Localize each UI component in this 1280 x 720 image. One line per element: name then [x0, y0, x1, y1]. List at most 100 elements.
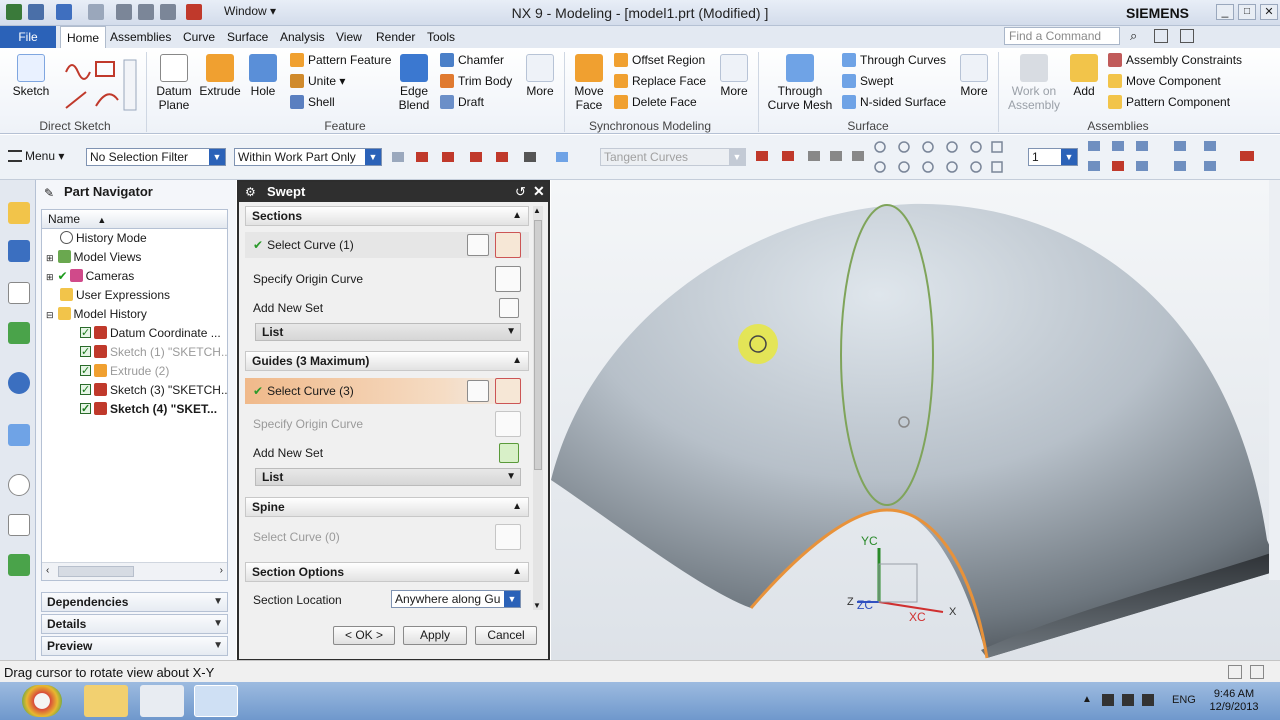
- work-on-assembly-button[interactable]: Work on Assembly: [1004, 54, 1064, 112]
- cancel-button[interactable]: Cancel: [475, 626, 537, 645]
- curve-rule-icon[interactable]: [467, 380, 489, 402]
- view-tool-icons[interactable]: [1086, 139, 1276, 175]
- visibility-checkbox[interactable]: [80, 343, 91, 362]
- select-curve-icon[interactable]: [495, 378, 521, 404]
- snap-point-icons[interactable]: [872, 140, 1012, 174]
- layer-dropdown[interactable]: 1 ▼: [1028, 148, 1078, 166]
- gear-icon[interactable]: ⚙: [245, 185, 256, 199]
- maximize-button[interactable]: □: [1238, 4, 1256, 20]
- model-elbow-surface[interactable]: [551, 180, 1280, 660]
- web-browser-icon[interactable]: [8, 424, 30, 446]
- move-component-button[interactable]: Move Component: [1108, 74, 1221, 88]
- sections-select-curve-row[interactable]: ✔ Select Curve (1): [245, 232, 529, 258]
- pin-icon[interactable]: ✎: [44, 186, 54, 200]
- assembly-constraints-button[interactable]: Assembly Constraints: [1108, 53, 1242, 67]
- move-face-button[interactable]: Move Face: [568, 54, 610, 112]
- draft-button[interactable]: Draft: [440, 95, 484, 109]
- assembly-navigator-icon[interactable]: [8, 202, 30, 224]
- constraint-navigator-icon[interactable]: [8, 240, 30, 262]
- tab-file[interactable]: File: [0, 26, 56, 48]
- through-curve-mesh-button[interactable]: Through Curve Mesh: [764, 54, 836, 112]
- history-icon[interactable]: [8, 474, 30, 496]
- explorer-icon[interactable]: [84, 685, 128, 717]
- tree-item-extrude-2[interactable]: Extrude (2): [42, 362, 227, 381]
- pattern-feature-button[interactable]: Pattern Feature: [290, 53, 391, 67]
- selection-filter-dropdown[interactable]: No Selection Filter ▼: [86, 148, 226, 166]
- scroll-down-icon[interactable]: ▼: [533, 601, 541, 610]
- curve-rule-dropdown[interactable]: Tangent Curves ▼: [600, 148, 746, 166]
- swept-button[interactable]: Swept: [842, 74, 893, 88]
- visibility-checkbox[interactable]: [80, 400, 91, 419]
- apply-button[interactable]: Apply: [403, 626, 467, 645]
- clock[interactable]: 9:46 AM 12/9/2013: [1206, 688, 1262, 714]
- column-header-name[interactable]: Name ▲: [42, 210, 227, 229]
- tree-item-cameras[interactable]: ⊞ ✔ Cameras: [42, 267, 227, 286]
- select-curve-icon[interactable]: [495, 232, 521, 258]
- reuse-library-icon[interactable]: [8, 322, 30, 344]
- visibility-checkbox[interactable]: [80, 362, 91, 381]
- scrollbar-thumb[interactable]: [58, 566, 134, 577]
- feature-more-button[interactable]: More: [522, 54, 558, 98]
- select-curve-icon[interactable]: [495, 524, 521, 550]
- tab-home[interactable]: Home: [60, 26, 107, 48]
- origin-curve-icon[interactable]: [495, 411, 521, 437]
- sketch-button[interactable]: Sketch: [8, 54, 54, 98]
- surface-more-button[interactable]: More: [956, 54, 992, 98]
- sync-more-button[interactable]: More: [716, 54, 752, 98]
- dialog-scrollbar[interactable]: ▲ ▼: [533, 206, 543, 610]
- scroll-up-icon[interactable]: ▲: [533, 206, 541, 215]
- tree-item-sketch-4[interactable]: Sketch (4) "SKET...: [42, 400, 227, 419]
- replace-face-button[interactable]: Replace Face: [614, 74, 706, 88]
- sections-add-set-row[interactable]: Add New Set: [245, 295, 529, 321]
- hd3d-tools-icon[interactable]: [8, 372, 30, 394]
- tab-view[interactable]: View: [330, 26, 368, 48]
- datum-plane-button[interactable]: Datum Plane: [152, 54, 196, 112]
- roles-icon[interactable]: [8, 554, 30, 576]
- tab-assemblies[interactable]: Assemblies: [104, 26, 177, 48]
- fit-icon[interactable]: [1154, 29, 1168, 43]
- tray-icons[interactable]: [1102, 692, 1162, 708]
- tree-item-user-expressions[interactable]: User Expressions: [42, 286, 227, 305]
- sections-list-toggle[interactable]: List ▼: [255, 323, 521, 341]
- tree-item-sketch-1[interactable]: Sketch (1) "SKETCH...: [42, 343, 227, 362]
- close-window-button[interactable]: ✕: [1260, 4, 1278, 20]
- process-studio-icon[interactable]: [8, 514, 30, 536]
- visibility-checkbox[interactable]: [80, 381, 91, 400]
- minimize-button[interactable]: _: [1216, 4, 1234, 20]
- show-hidden-icons[interactable]: ▲: [1082, 694, 1092, 705]
- message-icon[interactable]: [1250, 665, 1264, 679]
- scroll-left-icon[interactable]: ‹: [46, 565, 49, 576]
- chamfer-button[interactable]: Chamfer: [440, 53, 504, 67]
- tree-item-history-mode[interactable]: History Mode: [42, 229, 227, 248]
- pattern-component-button[interactable]: Pattern Component: [1108, 95, 1230, 109]
- sections-group-header[interactable]: Sections ▲: [245, 206, 529, 226]
- edge-blend-button[interactable]: Edge Blend: [396, 54, 432, 112]
- viewport-scrollbar[interactable]: [1269, 180, 1280, 580]
- menu-button[interactable]: Menu ▾: [8, 149, 64, 163]
- sections-origin-curve-row[interactable]: Specify Origin Curve: [245, 266, 529, 292]
- guides-group-header[interactable]: Guides (3 Maximum) ▲: [245, 351, 529, 371]
- tree-item-model-history[interactable]: ⊟ Model History: [42, 305, 227, 324]
- selection-tool-icons[interactable]: [392, 150, 592, 164]
- tree-item-sketch-3[interactable]: Sketch (3) "SKETCH...: [42, 381, 227, 400]
- ribbon-options-icon[interactable]: [1180, 29, 1194, 43]
- scrollbar-thumb[interactable]: [534, 220, 542, 470]
- unite-button[interactable]: Unite ▾: [290, 74, 345, 88]
- sketch-curve-tools[interactable]: [62, 56, 138, 114]
- chrome-icon[interactable]: [22, 685, 62, 717]
- visibility-checkbox[interactable]: [80, 324, 91, 343]
- delete-face-button[interactable]: Delete Face: [614, 95, 697, 109]
- nx-taskbar-icon[interactable]: [194, 685, 238, 717]
- horizontal-scrollbar[interactable]: ‹ ›: [42, 562, 227, 580]
- tab-tools[interactable]: Tools: [421, 26, 461, 48]
- details-panel[interactable]: Details ▼: [41, 614, 228, 634]
- part-navigator-icon[interactable]: [8, 282, 30, 304]
- guides-add-set-row[interactable]: Add New Set: [245, 440, 529, 466]
- curve-rule-icon[interactable]: [467, 234, 489, 256]
- app-icon[interactable]: [140, 685, 184, 717]
- hole-button[interactable]: Hole: [244, 54, 282, 98]
- offset-region-button[interactable]: Offset Region: [614, 53, 705, 67]
- scroll-right-icon[interactable]: ›: [220, 565, 223, 576]
- search-icon[interactable]: ⌕: [1130, 28, 1137, 44]
- dependencies-panel[interactable]: Dependencies ▼: [41, 592, 228, 612]
